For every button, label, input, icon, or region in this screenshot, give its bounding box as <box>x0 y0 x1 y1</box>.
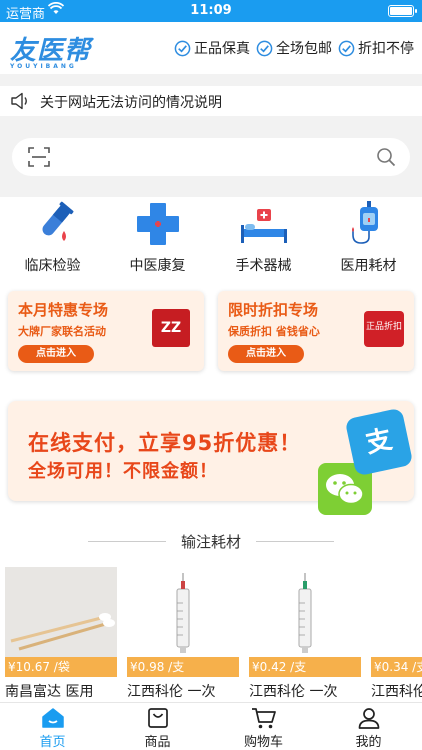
bag-icon <box>105 705 210 731</box>
tab-label: 首页 <box>39 735 66 750</box>
promo-subtitle: 保质折扣 省钱省心 <box>228 325 320 338</box>
promise-discount: 折扣不停 <box>338 38 414 58</box>
bottom-tab-bar: 首页 商品 购物车 我的 <box>0 702 422 750</box>
tab-home[interactable]: 首页 <box>0 705 105 750</box>
user-icon <box>316 705 421 731</box>
test-tube-icon <box>0 197 105 247</box>
check-circle-icon <box>256 40 273 56</box>
promo-row: 本月特惠专场 大牌厂家联名活动 点击进入 ZZ 限时折扣专场 保质折扣 省钱省心… <box>0 281 422 377</box>
banner-section: 在线支付，立享95折优惠！ 全场可用！不限金额！ 支 <box>0 377 422 517</box>
home-icon <box>0 705 105 731</box>
product-name: 南昌富达 医用 <box>5 684 94 700</box>
product-price: ¥0.98 /支 <box>127 657 239 677</box>
tab-cart[interactable]: 购物车 <box>211 705 316 750</box>
logo-text: 友医帮 <box>10 36 92 66</box>
product-card[interactable]: ¥0.98 /支 江西科伦 一次 <box>127 567 239 702</box>
section-title: 输注耗材 <box>180 533 241 551</box>
notice-text[interactable]: 关于网站无法访问的情况说明 <box>40 92 222 112</box>
promise-label: 折扣不停 <box>358 41 414 57</box>
promo-card-discount[interactable]: 限时折扣专场 保质折扣 省钱省心 点击进入 正品折扣 <box>218 291 414 371</box>
online-pay-banner[interactable]: 在线支付，立享95折优惠！ 全场可用！不限金额！ 支 <box>8 401 414 515</box>
brand-badge: ZZ <box>152 309 190 347</box>
product-list: ¥10.67 /袋 南昌富达 医用 ¥0.98 /支 江西科伦 一次 ¥0.42… <box>0 567 422 702</box>
promo-subtitle: 大牌厂家联名活动 <box>18 325 106 338</box>
product-name: 江西科伦 一次 <box>127 684 216 700</box>
promo-title: 限时折扣专场 <box>228 301 319 319</box>
promo-enter-button[interactable]: 点击进入 <box>18 345 94 363</box>
iv-bag-icon <box>316 197 421 247</box>
category-label: 手术器械 <box>235 258 292 274</box>
product-card[interactable]: ¥0.34 /支 江西科伦 <box>371 567 422 702</box>
product-price: ¥10.67 /袋 <box>5 657 117 677</box>
category-label: 医用耗材 <box>340 258 397 274</box>
header: 友医帮 YOUYIBANG 正品保真 全场包邮 折扣不停 <box>0 22 422 74</box>
product-image-cotton-swab <box>5 567 117 657</box>
scan-icon[interactable] <box>28 147 50 171</box>
divider <box>256 541 334 542</box>
section-header: 输注耗材 <box>0 517 422 567</box>
promise-label: 正品保真 <box>194 41 250 57</box>
battery-icon <box>388 5 417 17</box>
product-name: 江西科伦 一次 <box>249 684 338 700</box>
category-grid: 临床检验 中医康复 手术器械 医用耗材 <box>0 197 422 281</box>
notice-bar[interactable]: 关于网站无法访问的情况说明 <box>0 86 422 116</box>
search-icon[interactable] <box>376 147 396 171</box>
product-name: 江西科伦 <box>371 684 422 700</box>
promise-label: 全场包邮 <box>276 41 332 57</box>
speaker-icon <box>10 92 32 114</box>
tab-profile[interactable]: 我的 <box>316 705 421 750</box>
promo-enter-button[interactable]: 点击进入 <box>228 345 304 363</box>
tab-label: 我的 <box>355 735 382 750</box>
category-consumables[interactable]: 医用耗材 <box>316 197 421 275</box>
product-image-syringe <box>371 567 422 657</box>
product-price: ¥0.42 /支 <box>249 657 361 677</box>
hospital-bed-icon <box>211 197 316 247</box>
category-tcm-rehab[interactable]: 中医康复 <box>105 197 210 275</box>
category-surgical[interactable]: 手术器械 <box>211 197 316 275</box>
tab-label: 商品 <box>144 735 171 750</box>
logo[interactable]: 友医帮 YOUYIBANG <box>10 30 91 70</box>
product-image-syringe <box>127 567 239 657</box>
alipay-icon: 支 <box>344 407 414 477</box>
discount-badge: 正品折扣 <box>364 311 404 347</box>
search-section <box>0 128 422 186</box>
product-card[interactable]: ¥0.42 /支 江西科伦 一次 <box>249 567 361 702</box>
clock: 11:09 <box>190 3 232 18</box>
service-promises: 正品保真 全场包邮 折扣不停 <box>174 38 414 58</box>
status-bar: 运营商 11:09 <box>0 0 422 22</box>
product-price: ¥0.34 /支 <box>371 657 422 677</box>
medical-cross-icon <box>105 197 210 247</box>
tab-products[interactable]: 商品 <box>105 705 210 750</box>
check-circle-icon <box>174 40 191 56</box>
promise-genuine: 正品保真 <box>174 38 250 58</box>
tab-label: 购物车 <box>243 735 283 750</box>
promise-free-shipping: 全场包邮 <box>256 38 332 58</box>
product-image-syringe <box>249 567 361 657</box>
category-label: 临床检验 <box>24 258 81 274</box>
category-clinical-test[interactable]: 临床检验 <box>0 197 105 275</box>
promo-title: 本月特惠专场 <box>18 301 109 319</box>
category-label: 中医康复 <box>129 258 186 274</box>
promo-card-monthly[interactable]: 本月特惠专场 大牌厂家联名活动 点击进入 ZZ <box>8 291 204 371</box>
search-input[interactable] <box>12 138 410 176</box>
banner-headline: 在线支付，立享95折优惠！ <box>28 431 302 455</box>
product-card[interactable]: ¥10.67 /袋 南昌富达 医用 <box>5 567 117 702</box>
check-circle-icon <box>338 40 355 56</box>
banner-subline: 全场可用！不限金额！ <box>28 461 218 482</box>
cart-icon <box>211 705 316 731</box>
